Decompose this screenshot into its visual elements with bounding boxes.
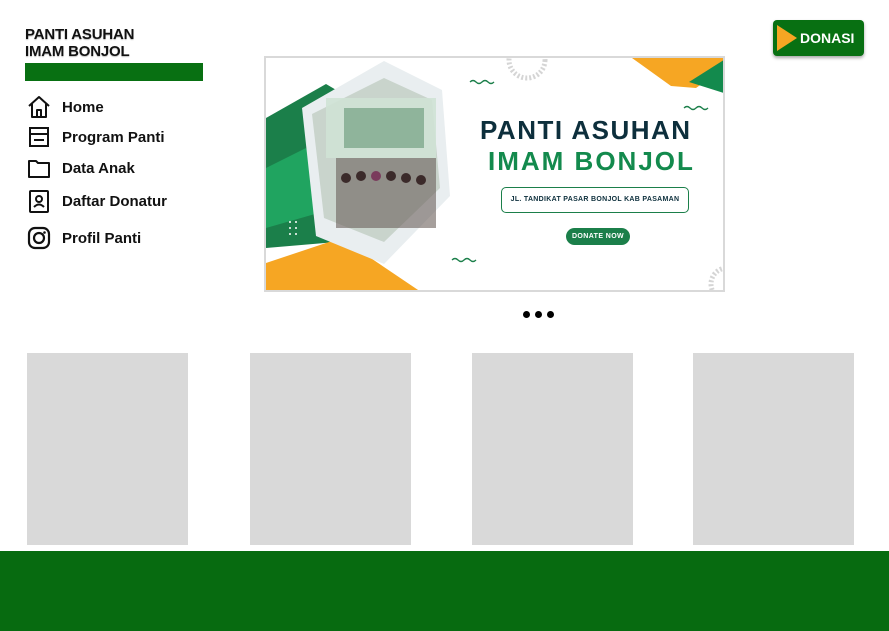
carousel-dot[interactable] bbox=[547, 311, 554, 318]
nav-item-daftar-donatur[interactable]: Daftar Donatur bbox=[26, 188, 167, 214]
instagram-icon bbox=[26, 225, 52, 251]
carousel-dots bbox=[523, 311, 554, 318]
striped-circle-decor bbox=[506, 58, 548, 81]
donasi-button-label: DONASI bbox=[800, 30, 855, 46]
squiggle-decor bbox=[469, 79, 495, 85]
brand-title-line2: IMAM BONJOL bbox=[25, 43, 130, 60]
play-icon bbox=[777, 25, 797, 51]
nav-item-label: Data Anak bbox=[62, 159, 135, 177]
content-card-placeholder[interactable] bbox=[472, 353, 633, 545]
content-card-placeholder[interactable] bbox=[693, 353, 854, 545]
banner-title-line2: IMAM BONJOL bbox=[488, 146, 695, 176]
content-card-placeholder[interactable] bbox=[27, 353, 188, 545]
banner-title-line1: PANTI ASUHAN bbox=[480, 115, 692, 145]
brand-title: PANTI ASUHAN IMAM BONJOL bbox=[25, 26, 134, 60]
carousel-dot[interactable] bbox=[535, 311, 542, 318]
brand-underline-bar bbox=[25, 63, 203, 81]
nav-item-label: Home bbox=[62, 98, 104, 116]
contact-card-icon bbox=[26, 188, 52, 214]
brand-title-line1: PANTI ASUHAN bbox=[25, 26, 135, 43]
folder-icon bbox=[26, 155, 52, 181]
nav-item-program-panti[interactable]: Program Panti bbox=[26, 124, 165, 150]
striped-circle-decor bbox=[708, 265, 723, 290]
squiggle-decor bbox=[683, 105, 709, 111]
carousel-dot[interactable] bbox=[523, 311, 530, 318]
nav-item-label: Daftar Donatur bbox=[62, 192, 168, 210]
nav-item-label: Program Panti bbox=[62, 128, 165, 146]
nav-item-home[interactable]: Home bbox=[26, 94, 104, 120]
banner-address: JL. TANDIKAT PASAR BONJOL KAB PASAMAN bbox=[501, 187, 689, 213]
hero-banner[interactable]: PANTI ASUHAN IMAM BONJOL JL. TANDIKAT PA… bbox=[264, 56, 725, 292]
banner-donate-now-button[interactable]: DONATE NOW bbox=[566, 228, 630, 245]
nav-item-profil-panti[interactable]: Profil Panti bbox=[26, 225, 141, 251]
orphanage-group-photo bbox=[312, 78, 440, 242]
home-icon bbox=[26, 94, 52, 120]
nav-item-label: Profil Panti bbox=[62, 229, 142, 247]
nav-item-data-anak[interactable]: Data Anak bbox=[26, 155, 135, 181]
browser-window-icon bbox=[26, 124, 52, 150]
footer-bar bbox=[0, 551, 889, 631]
donasi-button[interactable]: DONASI bbox=[773, 20, 864, 56]
content-card-placeholder[interactable] bbox=[250, 353, 411, 545]
squiggle-decor bbox=[451, 257, 477, 263]
